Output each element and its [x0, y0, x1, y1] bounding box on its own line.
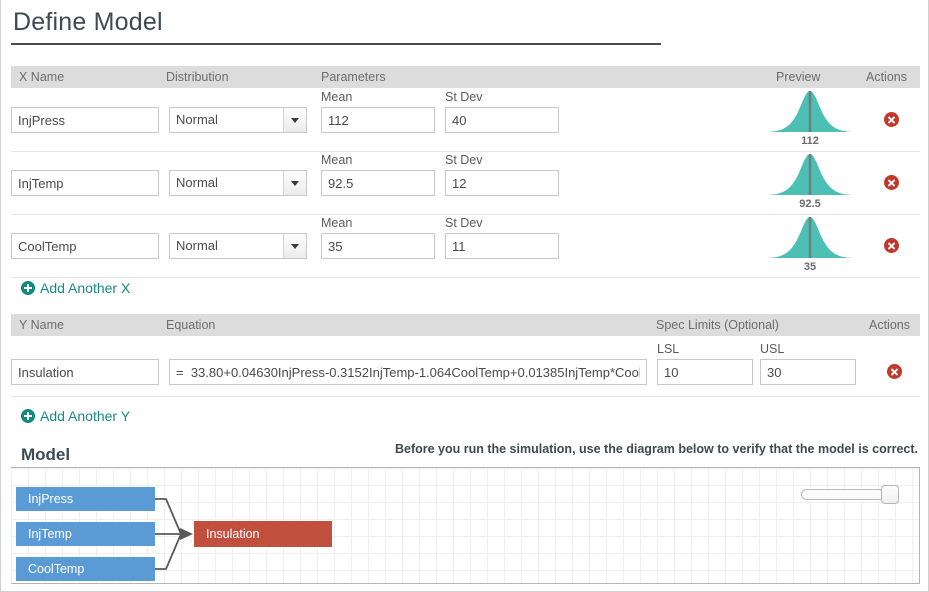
y-header-equation: Equation: [166, 318, 215, 332]
x-distribution-value-2: Normal: [176, 171, 218, 195]
diagram-node-x-1[interactable]: InjPress: [16, 487, 155, 511]
x-preview-curve-2: [762, 151, 858, 197]
diagram-node-x-2[interactable]: InjTemp: [16, 522, 155, 546]
x-stdev-input-1[interactable]: [445, 107, 559, 133]
x-header-actions: Actions: [866, 70, 907, 84]
y-equation-input-1[interactable]: [169, 359, 647, 385]
lsl-input-1[interactable]: [657, 359, 753, 385]
x-distribution-value-1: Normal: [176, 108, 218, 132]
x-mean-label-3: Mean: [321, 216, 352, 230]
x-mean-input-1[interactable]: [321, 107, 435, 133]
add-another-y-link[interactable]: Add Another Y: [21, 408, 130, 424]
x-name-input-1[interactable]: [11, 107, 159, 133]
chevron-down-icon[interactable]: [283, 171, 306, 195]
x-mean-input-2[interactable]: [321, 170, 435, 196]
define-model-page: Define Model X Name Distribution Paramet…: [0, 0, 929, 592]
model-diagram-canvas[interactable]: InjPress InjTemp CoolTemp Insulation: [11, 468, 920, 584]
plus-circle-icon: [21, 409, 35, 423]
x-stdev-label-3: St Dev: [445, 216, 483, 230]
x-row-divider-3: [11, 277, 920, 278]
x-distribution-value-3: Normal: [176, 234, 218, 258]
usl-label-1: USL: [760, 342, 784, 356]
x-row-1: Normal Mean St Dev 112: [11, 88, 920, 151]
diagram-node-x-3[interactable]: CoolTemp: [16, 557, 155, 581]
x-header-parameters: Parameters: [321, 70, 386, 84]
delete-y-row-1-icon[interactable]: [887, 364, 902, 379]
x-distribution-select-3[interactable]: Normal: [169, 233, 307, 259]
x-name-input-2[interactable]: [11, 170, 159, 196]
x-row-3: Normal Mean St Dev 35: [11, 214, 920, 277]
add-another-y-label: Add Another Y: [40, 408, 130, 424]
x-preview-label-2: 92.5: [762, 198, 858, 210]
plus-circle-icon: [21, 281, 35, 295]
y-header-name: Y Name: [19, 318, 64, 332]
x-header-distribution: Distribution: [166, 70, 229, 84]
y-row-divider-1: [11, 396, 920, 397]
diagram-node-y[interactable]: Insulation: [194, 521, 332, 547]
x-header-preview: Preview: [776, 70, 820, 84]
delete-x-row-2-icon[interactable]: [884, 175, 899, 190]
y-header-spec-limits: Spec Limits (Optional): [656, 318, 779, 332]
y-table-header: Y Name Equation Spec Limits (Optional) A…: [11, 314, 920, 336]
y-header-actions: Actions: [869, 318, 910, 332]
x-preview-curve-3: [762, 214, 858, 260]
x-header-name: X Name: [19, 70, 64, 84]
y-row-1: LSL USL: [11, 336, 920, 396]
title-divider: [11, 43, 661, 45]
x-row-2: Normal Mean St Dev 92.5: [11, 151, 920, 214]
y-name-input-1[interactable]: [11, 359, 159, 385]
x-distribution-select-2[interactable]: Normal: [169, 170, 307, 196]
delete-x-row-1-icon[interactable]: [884, 112, 899, 127]
x-mean-label-1: Mean: [321, 90, 352, 104]
slider-handle[interactable]: [881, 485, 899, 504]
model-heading: Model: [21, 445, 70, 465]
x-stdev-input-3[interactable]: [445, 233, 559, 259]
add-another-x-label: Add Another X: [40, 280, 130, 296]
page-title: Define Model: [11, 6, 661, 38]
x-stdev-label-1: St Dev: [445, 90, 483, 104]
delete-x-row-3-icon[interactable]: [884, 238, 899, 253]
x-table-header: X Name Distribution Parameters Preview A…: [11, 66, 920, 88]
x-distribution-select-1[interactable]: Normal: [169, 107, 307, 133]
x-name-input-3[interactable]: [11, 233, 159, 259]
chevron-down-icon[interactable]: [283, 108, 306, 132]
x-preview-label-1: 112: [762, 135, 858, 147]
x-stdev-label-2: St Dev: [445, 153, 483, 167]
diagram-zoom-slider[interactable]: [801, 485, 899, 503]
x-preview-label-3: 35: [762, 261, 858, 273]
model-note: Before you run the simulation, use the d…: [395, 442, 918, 456]
page-title-block: Define Model: [11, 6, 661, 45]
x-stdev-input-2[interactable]: [445, 170, 559, 196]
chevron-down-icon[interactable]: [283, 234, 306, 258]
usl-input-1[interactable]: [760, 359, 856, 385]
slider-track[interactable]: [801, 489, 885, 500]
x-preview-curve-1: [762, 88, 858, 134]
lsl-label-1: LSL: [657, 342, 679, 356]
add-another-x-link[interactable]: Add Another X: [21, 280, 130, 296]
x-mean-input-3[interactable]: [321, 233, 435, 259]
x-mean-label-2: Mean: [321, 153, 352, 167]
